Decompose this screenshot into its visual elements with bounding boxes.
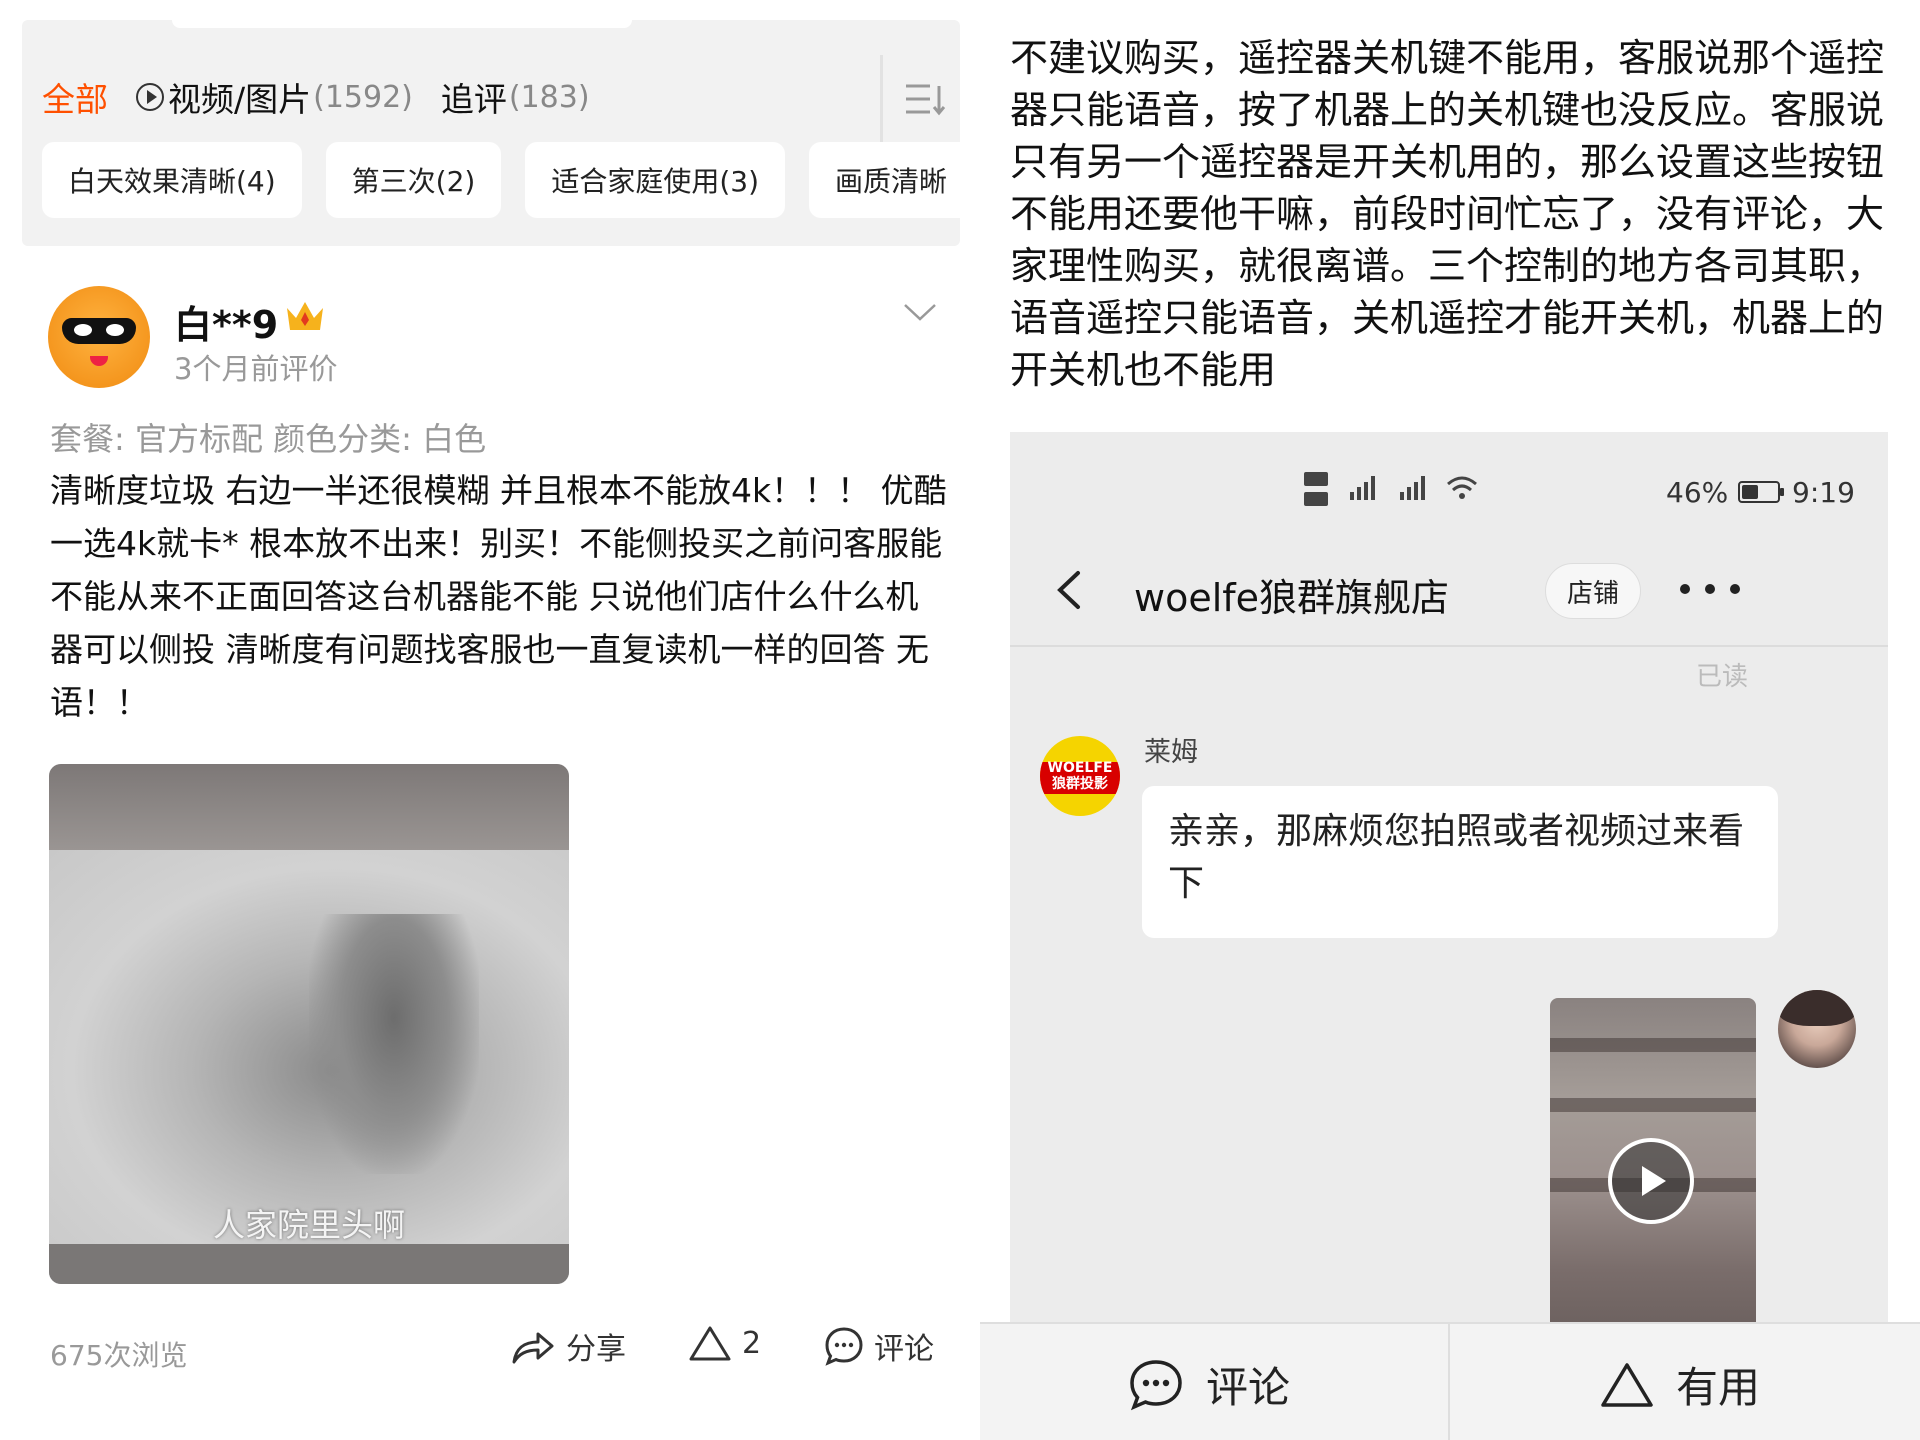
crown-icon <box>287 302 323 330</box>
shop-title: woelfe狼群旗舰店 <box>1134 576 1450 620</box>
tab-follow-up[interactable]: 追评 (183) <box>441 73 590 121</box>
chip-picture-clear[interactable]: 画质清晰 <box>809 142 960 218</box>
chat-message-bubble: 亲亲，那麻烦您拍照或者视频过来看下 <box>1142 786 1778 938</box>
more-options-icon[interactable] <box>1680 577 1740 601</box>
share-button[interactable]: 分享 <box>510 1324 626 1368</box>
username: 白**9 <box>174 303 279 347</box>
chevron-down-icon[interactable] <box>902 300 938 324</box>
tab-all[interactable]: 全部 <box>42 73 108 121</box>
battery-icon <box>1738 481 1784 503</box>
shop-button[interactable]: 店铺 <box>1545 563 1641 619</box>
play-circle-icon <box>136 83 164 111</box>
right-review-panel: 不建议购买，遥控器关机键不能用，客服说那个遥控器只能语音，按了机器上的关机键也没… <box>980 0 1920 1440</box>
comment-icon <box>825 1327 863 1366</box>
tab-follow-up-count: (183) <box>508 79 590 115</box>
avatar-mouth <box>90 356 108 366</box>
chat-nav-bar: woelfe狼群旗舰店 店铺 <box>1010 537 1888 647</box>
review-video-thumbnail[interactable]: 人家院里头啊 <box>49 764 569 1284</box>
chip-daytime-clear[interactable]: 白天效果清晰(4) <box>42 142 302 218</box>
user-avatar[interactable] <box>1778 990 1856 1068</box>
chip-family-use[interactable]: 适合家庭使用(3) <box>525 142 786 218</box>
video-bottom-strip <box>49 1244 569 1284</box>
video-blurred-figure <box>309 914 479 1174</box>
shop-avatar[interactable]: WOELFE 狼群投影 <box>1040 736 1120 816</box>
shop-logo-text: WOELFE 狼群投影 <box>1047 760 1113 792</box>
useful-label: 有用 <box>1676 1363 1761 1412</box>
bottom-comment-button[interactable]: 评论 <box>1128 1354 1290 1415</box>
menu-expand-icon[interactable] <box>904 78 946 120</box>
read-status: 已读 <box>1696 662 1749 692</box>
video-stripe <box>1550 1098 1756 1112</box>
left-review-panel: 全部 视频/图片 (1592) 追评 (183) 白天效果清晰(4) 第三次(2… <box>0 0 980 1440</box>
video-caption: 人家院里头啊 <box>212 1206 405 1244</box>
tab-divider <box>880 55 883 143</box>
tag-chips: 白天效果清晰(4) 第三次(2) 适合家庭使用(3) 画质清晰 <box>42 142 960 222</box>
status-time: 9:19 <box>1792 476 1855 509</box>
bottom-divider <box>1448 1324 1450 1440</box>
bottom-action-bar: 评论 有用 <box>980 1322 1920 1440</box>
play-icon[interactable] <box>1608 1138 1694 1224</box>
chip-third-time[interactable]: 第三次(2) <box>325 142 502 218</box>
bottom-comment-label: 评论 <box>1206 1363 1291 1412</box>
product-spec: 套餐: 官方标配 颜色分类: 白色 <box>50 420 487 458</box>
chat-screenshot: 46% 9:19 woelfe狼群旗舰店 店铺 已读 WOELFE 狼群投影 莱… <box>1010 432 1888 1322</box>
tab-follow-up-label: 追评 <box>440 80 507 119</box>
triangle-useful-icon <box>1601 1362 1653 1407</box>
comment-button[interactable]: 评论 <box>824 1324 934 1368</box>
like-count: 2 <box>742 1325 762 1361</box>
video-ceiling <box>49 764 569 850</box>
back-arrow-icon[interactable] <box>1052 567 1084 613</box>
tab-video-image[interactable]: 视频/图片 (1592) <box>136 73 413 121</box>
status-bar: 46% 9:19 <box>1010 432 1888 522</box>
video-stripe <box>1550 1038 1756 1052</box>
user-avatar-hair <box>1778 990 1856 1026</box>
review-time: 3个月前评价 <box>174 352 338 386</box>
avatar-mask <box>62 318 136 344</box>
battery-percent: 46% <box>1666 476 1729 509</box>
useful-button[interactable]: 有用 <box>1600 1354 1760 1415</box>
tab-video-image-label: 视频/图片 <box>168 80 312 119</box>
filter-panel: 全部 视频/图片 (1592) 追评 (183) 白天效果清晰(4) 第三次(2… <box>22 20 960 246</box>
right-review-text: 不建议购买，遥控器关机键不能用，客服说那个遥控器只能语音，按了机器上的关机键也没… <box>1010 36 1885 392</box>
avatar-eye-right <box>106 324 124 336</box>
like-button[interactable]: 2 <box>688 1324 761 1362</box>
tab-video-image-count: (1592) <box>313 79 413 115</box>
triangle-like-icon <box>689 1326 731 1361</box>
tab-all-label: 全部 <box>42 80 108 119</box>
review-text: 清晰度垃圾 右边一半还很模糊 并且根本不能放4k！！！ 优酷一选4k就卡* 根本… <box>50 471 947 722</box>
filter-panel-top-edge <box>172 20 632 28</box>
comment-label: 评论 <box>874 1332 934 1367</box>
signal-wifi-icon <box>1304 472 1477 506</box>
chat-video-message[interactable] <box>1550 998 1756 1322</box>
avatar-eye-left <box>74 324 92 336</box>
share-icon <box>512 1332 554 1364</box>
sender-name: 莱姆 <box>1144 737 1198 768</box>
view-count: 675次浏览 <box>50 1339 188 1372</box>
filter-tabs: 全部 视频/图片 (1592) 追评 (183) <box>42 72 618 122</box>
avatar[interactable] <box>48 286 150 388</box>
share-label: 分享 <box>566 1332 626 1367</box>
comment-icon <box>1130 1359 1182 1410</box>
